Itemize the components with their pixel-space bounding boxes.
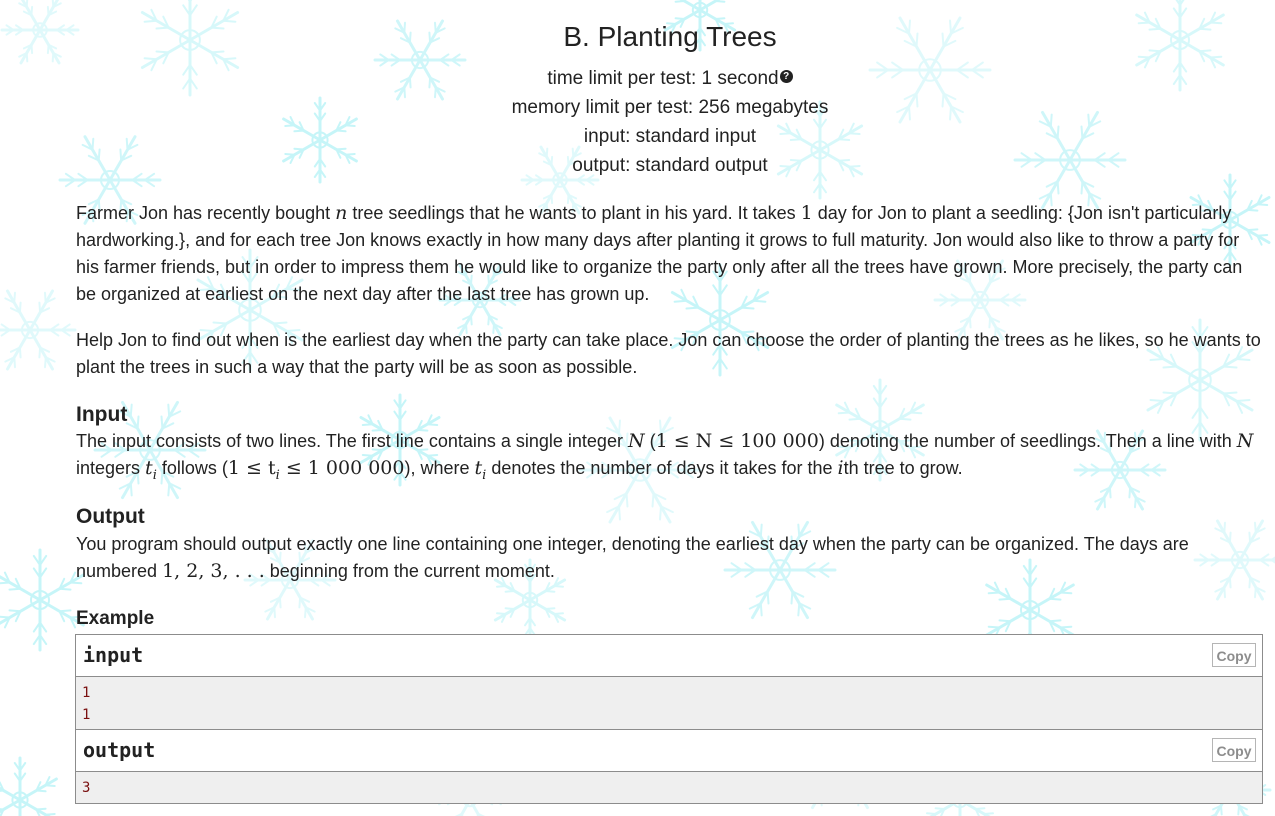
- input-spec: The input consists of two lines. The fir…: [76, 428, 1266, 489]
- sample-test: input Copy 1 1 output Copy 3: [75, 634, 1263, 804]
- sample-input-line: 1: [82, 685, 91, 701]
- math-t: t: [145, 457, 153, 479]
- input-section-title: Input: [76, 403, 128, 426]
- math-N: N: [1236, 430, 1254, 452]
- memory-limit: memory limit per test: 256 megabytes: [511, 97, 829, 118]
- sample-output-label: output: [83, 738, 156, 762]
- math-sequence: 1, 2, 3, . . .: [162, 560, 265, 582]
- copy-input-button[interactable]: Copy: [1212, 643, 1256, 667]
- output-file: output: standard output: [572, 155, 768, 176]
- math-range-t-end: ≤ 1 000 000: [279, 457, 405, 479]
- snowflake-shape: [0, 548, 85, 652]
- problem-title: B. Planting Trees: [563, 21, 777, 52]
- example-title: Example: [76, 608, 155, 629]
- snowflake-shape: [0, 756, 58, 816]
- time-limit: time limit per test: 1 second?: [0, 67, 1275, 91]
- sample-input-line: 1: [82, 707, 91, 723]
- text: integers: [76, 458, 146, 478]
- text: tree seedlings that he wants to plant in…: [347, 203, 801, 223]
- math-ti: ti: [145, 457, 157, 483]
- text: denotes the number of days it takes for …: [486, 458, 838, 478]
- sample-output-content[interactable]: 3: [76, 772, 1262, 803]
- text: ) denoting the number of seedlings. Then…: [818, 431, 1237, 451]
- text: follows (: [156, 458, 228, 478]
- math-one: 1: [800, 202, 813, 224]
- sample-input-content[interactable]: 1 1: [76, 677, 1262, 730]
- sample-input-label: input: [83, 643, 144, 667]
- text: (: [644, 431, 656, 451]
- math-n: n: [335, 202, 348, 224]
- question-icon[interactable]: ?: [779, 70, 793, 83]
- text: ), where: [404, 458, 475, 478]
- text: beginning from the current moment.: [264, 561, 555, 581]
- copy-output-button[interactable]: Copy: [1212, 738, 1256, 762]
- math-range-n: 1 ≤ N ≤ 100 000: [655, 430, 819, 452]
- output-section-title: Output: [76, 505, 145, 528]
- math-N: N: [627, 430, 645, 452]
- legend-paragraph-1: Farmer Jon has recently bought n tree se…: [76, 200, 1266, 308]
- sample-input-header: input Copy: [76, 635, 1262, 677]
- math-ti: ti: [474, 457, 487, 483]
- text: th tree to grow.: [843, 458, 963, 478]
- input-file: input: standard input: [583, 126, 757, 147]
- legend-paragraph-2: Help Jon to find out when is the earlies…: [76, 330, 1261, 377]
- math-range-t-start: 1 ≤ t: [227, 457, 276, 479]
- text: Farmer Jon has recently bought: [76, 203, 336, 223]
- output-spec: You program should output exactly one li…: [76, 531, 1266, 585]
- math-t: t: [474, 457, 483, 479]
- math-range-t: 1 ≤ ti ≤ 1 000 000: [227, 457, 405, 483]
- text: The input consists of two lines. The fir…: [76, 431, 628, 451]
- sample-output-header: output Copy: [76, 730, 1262, 772]
- time-limit-text: time limit per test: 1 second: [547, 68, 779, 89]
- sample-output-line: 3: [82, 780, 91, 796]
- snowflake-shape: [0, 289, 77, 371]
